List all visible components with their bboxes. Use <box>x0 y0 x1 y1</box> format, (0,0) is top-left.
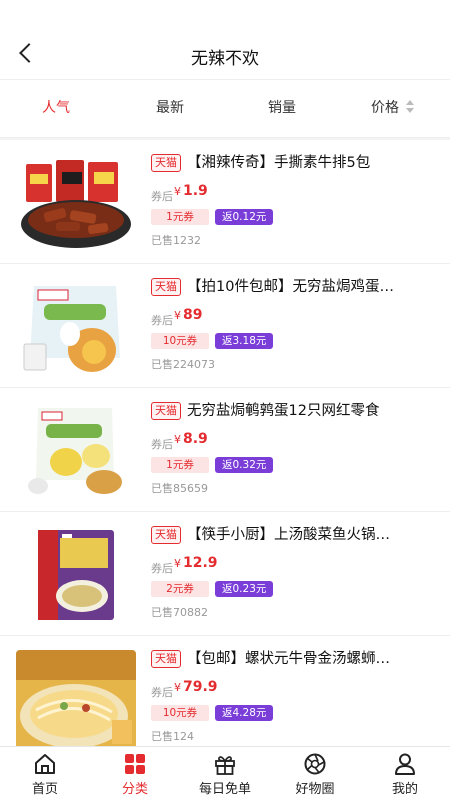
sort-popularity-tab[interactable]: 人气 <box>42 97 70 117</box>
price-prefix: 券后 <box>151 190 173 203</box>
product-image-pickled-fish-seasoning <box>16 526 136 626</box>
sold-count: 已售224073 <box>151 358 215 371</box>
product-price: ¥8.9 <box>174 431 208 447</box>
product-image-quail-eggs <box>16 402 136 502</box>
sort-newest-tab[interactable]: 最新 <box>156 97 184 117</box>
coupon-badge[interactable]: 10元券 <box>151 333 209 349</box>
product-item[interactable]: 天猫 【筷手小厨】上汤酸菜鱼火锅… 券后 ¥12.9 2元券 返0.23元 已售… <box>0 512 450 636</box>
product-title: 【拍10件包邮】无穷盐焗鸡蛋… <box>187 279 394 295</box>
price-prefix: 券后 <box>151 438 173 451</box>
product-title: 【包邮】螺状元牛骨金汤螺蛳… <box>187 651 390 667</box>
tmall-badge: 天猫 <box>151 278 181 296</box>
tab-label: 每日免单 <box>198 782 251 797</box>
tab-label: 分类 <box>121 782 148 797</box>
home-icon <box>35 754 55 774</box>
tab-label: 好物圈 <box>295 782 335 797</box>
sold-count: 已售1232 <box>151 234 201 247</box>
product-price: ¥12.9 <box>174 555 218 571</box>
rebate-badge: 返0.23元 <box>215 581 274 597</box>
product-item[interactable]: 天猫 【湘辣传奇】手撕素牛排5包 券后 ¥1.9 1元券 返0.12元 已售12… <box>0 140 450 264</box>
rebate-badge: 返0.12元 <box>215 209 274 225</box>
product-title: 【湘辣传奇】手撕素牛排5包 <box>187 155 371 171</box>
tmall-badge: 天猫 <box>151 402 181 420</box>
price-prefix: 券后 <box>151 314 173 327</box>
product-item[interactable]: 天猫 无穷盐焗鹌鹑蛋12只网红零食 券后 ¥8.9 1元券 返0.32元 已售8… <box>0 388 450 512</box>
product-price: ¥79.9 <box>174 679 218 695</box>
coupon-badge[interactable]: 1元券 <box>151 457 209 473</box>
product-title: 【筷手小厨】上汤酸菜鱼火锅… <box>187 527 390 543</box>
product-image-beef-jerky <box>16 154 136 254</box>
sort-order-icon[interactable] <box>405 100 415 114</box>
price-prefix: 券后 <box>151 562 173 575</box>
product-list: 天猫 【湘辣传奇】手撕素牛排5包 券后 ¥1.9 1元券 返0.12元 已售12… <box>0 140 450 746</box>
sort-sales-tab[interactable]: 销量 <box>268 97 296 117</box>
tab-label: 首页 <box>31 782 58 797</box>
product-image-snail-noodles <box>16 650 136 746</box>
tab-category[interactable]: 分类 <box>90 747 180 800</box>
product-item[interactable]: 天猫 【拍10件包邮】无穷盐焗鸡蛋… 券后 ¥89 10元券 返3.18元 已售… <box>0 264 450 388</box>
tab-good-things[interactable]: 好物圈 <box>270 747 360 800</box>
user-icon <box>395 753 415 775</box>
sold-count: 已售70882 <box>151 606 208 619</box>
gift-icon <box>215 756 235 775</box>
category-icon <box>125 754 145 774</box>
tab-home[interactable]: 首页 <box>0 747 90 800</box>
top-bar: 无辣不欢 <box>0 0 450 80</box>
tab-daily-free[interactable]: 每日免单 <box>180 747 270 800</box>
rebate-badge: 返0.32元 <box>215 457 274 473</box>
bottom-tab-bar: 首页 分类 每日免单 好物圈 我的 <box>0 746 450 800</box>
product-item[interactable]: 天猫 【包邮】螺状元牛骨金汤螺蛳… 券后 ¥79.9 10元券 返4.28元 已… <box>0 636 450 746</box>
page-title: 无辣不欢 <box>191 49 259 69</box>
tab-mine[interactable]: 我的 <box>360 747 450 800</box>
tmall-badge: 天猫 <box>151 154 181 172</box>
sort-bar: 人气 最新 销量 价格 <box>0 80 450 138</box>
coupon-badge[interactable]: 1元券 <box>151 209 209 225</box>
sort-price-tab[interactable]: 价格 <box>371 97 399 117</box>
product-title: 无穷盐焗鹌鹑蛋12只网红零食 <box>187 403 380 419</box>
sold-count: 已售124 <box>151 730 194 743</box>
tab-label: 我的 <box>391 782 418 797</box>
rebate-badge: 返4.28元 <box>215 705 274 721</box>
price-prefix: 券后 <box>151 686 173 699</box>
coupon-badge[interactable]: 2元券 <box>151 581 209 597</box>
aperture-icon <box>304 753 326 775</box>
coupon-badge[interactable]: 10元券 <box>151 705 209 721</box>
sold-count: 已售85659 <box>151 482 208 495</box>
product-price: ¥1.9 <box>174 183 208 199</box>
tmall-badge: 天猫 <box>151 650 181 668</box>
product-image-salted-egg <box>16 278 136 378</box>
product-price: ¥89 <box>174 307 203 323</box>
tmall-badge: 天猫 <box>151 526 181 544</box>
rebate-badge: 返3.18元 <box>215 333 274 349</box>
